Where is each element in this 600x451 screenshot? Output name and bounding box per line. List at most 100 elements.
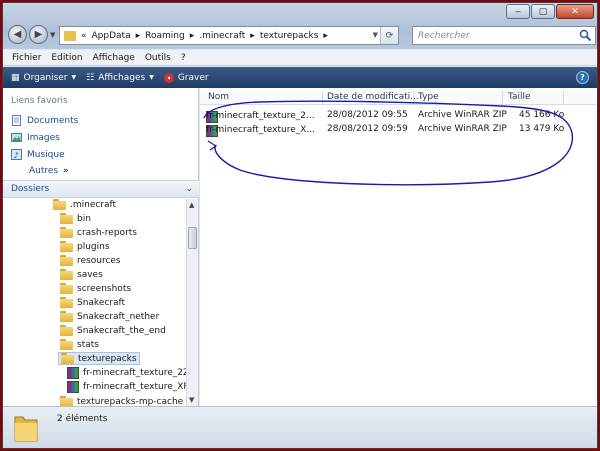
- folder-icon: [60, 396, 73, 406]
- tree-item-label: fr-minecraft_texture_2ZD3: [83, 368, 186, 378]
- file-row[interactable]: fr-minecraft_texture_2... 28/08/2012 09:…: [206, 109, 566, 123]
- column-type[interactable]: Type: [418, 92, 439, 102]
- breadcrumb-appdata[interactable]: AppData: [92, 31, 131, 41]
- folder-icon: [60, 325, 73, 336]
- tree-item-label: resources: [77, 255, 121, 266]
- favorite-documents[interactable]: Documents: [11, 115, 78, 126]
- tree-scrollbar[interactable]: ▲ ▼: [186, 199, 198, 406]
- title-bar: ‒ ▢ ✕ ◀ ▶ ▼ « AppData ▸ Roaming ▸ .minec…: [3, 3, 597, 49]
- column-date[interactable]: Date de modificati...: [327, 92, 419, 102]
- favorites-header: Liens favoris: [11, 96, 68, 106]
- breadcrumb-prefix[interactable]: «: [81, 31, 87, 41]
- folder-icon: [60, 311, 73, 322]
- file-list-pane: Nom Date de modificati... Type Taille fr…: [200, 88, 597, 406]
- scroll-up-icon[interactable]: ▲: [189, 201, 194, 209]
- tree-item[interactable]: fr-minecraft_texture_XRE5: [67, 381, 186, 393]
- scrollbar-thumb[interactable]: [188, 227, 197, 249]
- burn-button[interactable]: Graver: [163, 72, 209, 83]
- breadcrumb-separator-icon[interactable]: ▸: [190, 31, 195, 41]
- menu-help[interactable]: ?: [178, 53, 193, 63]
- back-button[interactable]: ◀: [8, 25, 27, 44]
- chevron-down-icon: ⌄: [185, 184, 193, 194]
- recent-pages-dropdown[interactable]: ▼: [50, 31, 55, 39]
- tree-item[interactable]: resources: [60, 255, 121, 266]
- tree-item-label: Snakecraft_the_end: [77, 325, 166, 336]
- folder-icon: [64, 30, 76, 41]
- search-input[interactable]: Rechercher: [412, 26, 596, 45]
- forward-button[interactable]: ▶: [29, 25, 48, 44]
- tree-item-texturepacks[interactable]: texturepacks: [58, 352, 140, 365]
- folders-header-label: Dossiers: [11, 184, 50, 194]
- tree-item[interactable]: texturepacks-mp-cache: [60, 396, 183, 406]
- column-name[interactable]: Nom: [208, 92, 229, 102]
- address-bar[interactable]: « AppData ▸ Roaming ▸ .minecraft ▸ textu…: [59, 26, 399, 45]
- minimize-button[interactable]: ‒: [506, 4, 530, 19]
- folder-icon: [60, 339, 73, 350]
- tree-item[interactable]: Snakecraft: [60, 297, 125, 308]
- views-icon: ☷: [86, 72, 95, 83]
- svg-text:♪: ♪: [14, 151, 19, 160]
- file-type: Archive WinRAR ZIP: [418, 110, 507, 120]
- tree-item[interactable]: screenshots: [60, 283, 131, 294]
- tree-item[interactable]: saves: [60, 269, 103, 280]
- column-size[interactable]: Taille: [508, 92, 531, 102]
- column-divider[interactable]: [413, 91, 414, 105]
- folders-header[interactable]: Dossiers ⌄: [3, 180, 199, 198]
- breadcrumb-texturepacks[interactable]: texturepacks: [260, 31, 319, 41]
- refresh-button[interactable]: ⟳: [380, 27, 398, 44]
- file-name-label: fr-minecraft_texture_2...: [206, 111, 315, 121]
- folder-icon: [60, 297, 73, 308]
- favorite-label: Documents: [27, 115, 79, 126]
- tree-item[interactable]: stats: [60, 339, 99, 350]
- folder-icon: [60, 283, 73, 294]
- menu-edition[interactable]: Edition: [48, 53, 89, 63]
- folder-icon: [60, 255, 73, 266]
- column-divider[interactable]: [563, 91, 564, 105]
- burn-disc-icon: [163, 72, 174, 83]
- help-button[interactable]: ?: [576, 71, 589, 84]
- open-folder-icon: [61, 353, 74, 364]
- column-divider[interactable]: [322, 91, 323, 105]
- tree-item-label: screenshots: [77, 283, 132, 294]
- breadcrumb-separator-icon[interactable]: ▸: [323, 31, 328, 41]
- tree-item-label: texturepacks-mp-cache: [77, 396, 184, 407]
- tree-item-label: saves: [77, 269, 103, 280]
- pictures-icon: [11, 133, 22, 142]
- winrar-archive-icon: [67, 367, 79, 379]
- breadcrumb-roaming[interactable]: Roaming: [145, 31, 185, 41]
- file-type: Archive WinRAR ZIP: [418, 124, 507, 134]
- breadcrumb-separator-icon[interactable]: ▸: [136, 31, 141, 41]
- favorites-more[interactable]: Autres »: [29, 166, 69, 176]
- details-pane: 2 éléments: [3, 406, 597, 448]
- chevron-down-icon: ▼: [149, 74, 154, 81]
- menu-outils[interactable]: Outils: [142, 53, 178, 63]
- close-button[interactable]: ✕: [556, 4, 594, 19]
- favorite-images[interactable]: Images: [11, 132, 60, 143]
- scroll-down-icon[interactable]: ▼: [189, 396, 194, 404]
- tree-item[interactable]: plugins: [60, 241, 110, 252]
- tree-item[interactable]: fr-minecraft_texture_2ZD3: [67, 367, 186, 379]
- back-arrow-icon: ◀: [13, 29, 22, 40]
- menu-affichage[interactable]: Affichage: [90, 53, 142, 63]
- breadcrumb-minecraft[interactable]: .minecraft: [199, 31, 245, 41]
- favorite-musique[interactable]: ♪ Musique: [11, 149, 65, 160]
- tree-item[interactable]: crash-reports: [60, 227, 137, 238]
- tree-item[interactable]: Snakecraft_nether: [60, 311, 159, 322]
- organize-button[interactable]: ▦ Organiser ▼: [11, 73, 76, 83]
- address-history-dropdown[interactable]: ▼: [373, 31, 378, 39]
- organize-label: Organiser: [23, 72, 68, 83]
- tree-item[interactable]: bin: [60, 213, 91, 224]
- burn-label: Graver: [177, 72, 209, 83]
- search-icon[interactable]: [579, 29, 592, 42]
- tree-item-minecraft[interactable]: .minecraft: [53, 199, 116, 210]
- menu-fichier[interactable]: Fichier: [9, 53, 48, 63]
- column-divider[interactable]: [502, 91, 503, 105]
- views-button[interactable]: ☷ Affichages ▼: [86, 73, 154, 83]
- tree-item-label: texturepacks: [78, 353, 137, 364]
- file-row[interactable]: fr-minecraft_texture_X... 28/08/2012 09:…: [206, 123, 566, 137]
- chevron-down-icon: ▼: [71, 74, 77, 81]
- tree-item[interactable]: Snakecraft_the_end: [60, 325, 166, 336]
- folder-icon: [14, 416, 38, 442]
- maximize-button[interactable]: ▢: [531, 4, 555, 19]
- breadcrumb-separator-icon[interactable]: ▸: [250, 31, 255, 41]
